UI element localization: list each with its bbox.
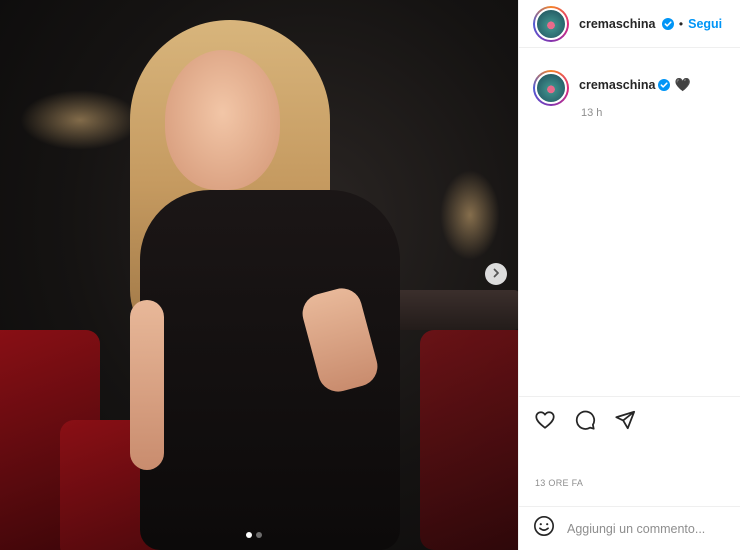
avatar[interactable] xyxy=(533,70,569,106)
chevron-right-icon xyxy=(491,265,501,283)
caption-time[interactable]: 13 h xyxy=(581,107,602,119)
post-header: cremaschina • Segui xyxy=(519,0,740,48)
comment-button[interactable] xyxy=(573,408,597,432)
emoji-picker-button[interactable] xyxy=(533,515,555,542)
header-username[interactable]: cremaschina xyxy=(579,17,674,31)
separator-dot: • xyxy=(678,16,684,31)
paper-plane-icon xyxy=(615,410,636,430)
background-light xyxy=(440,170,500,260)
avatar-image xyxy=(535,7,567,40)
post-date[interactable]: 13 ORE FA xyxy=(535,478,583,488)
carousel-dot xyxy=(256,532,262,538)
username-text[interactable]: cremaschina xyxy=(579,17,655,31)
share-button[interactable] xyxy=(613,408,637,432)
carousel-dot-active xyxy=(246,532,252,538)
caption: cremaschina 🖤 xyxy=(533,70,691,106)
post-sidebar: cremaschina • Segui cremaschina 🖤 13 h 1… xyxy=(518,0,740,550)
caption-line: cremaschina 🖤 xyxy=(579,77,691,93)
verified-badge-icon xyxy=(661,17,674,30)
divider xyxy=(519,396,740,397)
subject-face xyxy=(165,50,280,190)
action-bar xyxy=(533,408,637,432)
smiley-icon xyxy=(534,516,554,536)
comment-input[interactable] xyxy=(567,521,717,536)
carousel-next-button[interactable] xyxy=(485,263,507,285)
heart-icon xyxy=(535,411,555,429)
post-media[interactable] xyxy=(0,0,518,550)
follow-button[interactable]: Segui xyxy=(688,17,722,31)
carousel-indicator xyxy=(246,532,262,538)
verified-badge-icon xyxy=(658,79,671,91)
comment-bubble-icon xyxy=(575,410,596,430)
photo-subject xyxy=(120,20,440,550)
caption-username[interactable]: cremaschina xyxy=(579,78,655,92)
avatar-image xyxy=(535,72,567,104)
comment-bar xyxy=(519,506,740,550)
avatar[interactable] xyxy=(533,5,569,42)
subject-arm xyxy=(130,300,164,470)
like-button[interactable] xyxy=(533,408,557,432)
caption-emoji: 🖤 xyxy=(674,77,691,92)
